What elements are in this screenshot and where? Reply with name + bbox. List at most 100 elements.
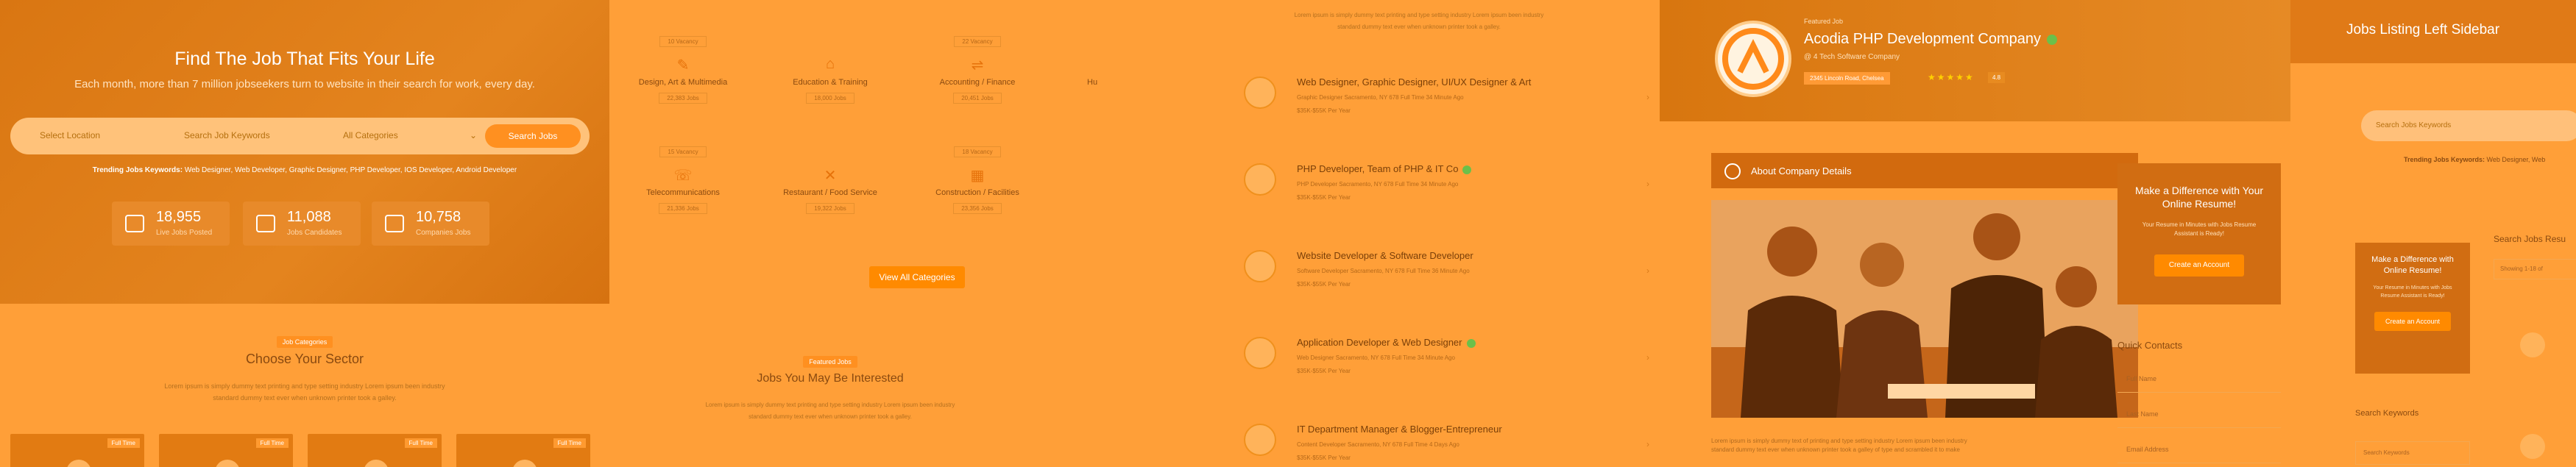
category-card[interactable]: 15 Vacancy ☏ Telecommunications 21,336 J…	[628, 144, 738, 214]
last-name-field[interactable]: Last Name	[2117, 402, 2281, 428]
cta-title: Make a Difference with Online Resume!	[2371, 255, 2454, 275]
keywords-input[interactable]: Search Keywords	[2355, 441, 2470, 465]
category-card[interactable]: 22 Vacancy ⇌ Accounting / Finance 20,451…	[922, 34, 1033, 104]
building-icon: ▦	[970, 168, 985, 184]
company-logo	[1715, 21, 1791, 97]
cap-icon: ⌂	[825, 56, 835, 72]
category-card[interactable]: 18 Vacancy ▦ Construction / Facilities 2…	[922, 144, 1033, 214]
listing-title: Jobs Listing Left Sidebar	[2346, 22, 2500, 38]
job-title[interactable]: IT Department Manager & Blogger-Entrepre…	[1297, 424, 1502, 435]
job-count: 20,451 Jobs	[953, 93, 1002, 104]
about-text-line: Lorem ipsum is simply dummy text of prin…	[1711, 438, 1967, 444]
jobs-intro: Lorem ipsum is simply dummy text printin…	[1294, 12, 1544, 18]
stat-card: 10,758 Companies Jobs	[372, 202, 489, 246]
view-all-categories-button[interactable]: View All Categories	[869, 266, 965, 288]
category-card[interactable]: - ✕ Restaurant / Food Service 19,322 Job…	[775, 144, 885, 214]
email-field[interactable]: Email Address	[2117, 437, 2281, 463]
arrow-right-icon[interactable]: ›	[1646, 179, 1649, 189]
create-account-button[interactable]: Create an Account	[2154, 254, 2244, 277]
field-label: Email Address	[2126, 446, 2169, 453]
trending-list[interactable]: Web Designer, Web Developer, Graphic Des…	[185, 166, 517, 174]
job-salary: $35K-$55K Per Year	[1297, 454, 1351, 461]
job-salary: $35K-$55K Per Year	[1297, 107, 1351, 114]
category-name: Design, Art & Multimedia	[638, 78, 728, 87]
arrow-right-icon[interactable]: ›	[1646, 265, 1649, 276]
quick-contacts-title: Quick Contacts	[2117, 340, 2183, 351]
listing-panel: Jobs Listing Left Sidebar Search Jobs Ke…	[2290, 0, 2576, 467]
job-meta: Web Designer Sacramento, NY 678 Full Tim…	[1297, 354, 1455, 361]
hero-search-bar: Select Location Search Job Keywords All …	[10, 118, 590, 154]
job-count: 21,336 Jobs	[659, 203, 707, 214]
fork-icon: ✕	[824, 168, 837, 184]
arrow-right-icon[interactable]: ›	[1646, 92, 1649, 102]
arrow-right-icon[interactable]: ›	[1646, 439, 1649, 449]
job-title[interactable]: Website Developer & Software Developer	[1297, 250, 1473, 261]
sector-card[interactable]: Full Time	[456, 434, 590, 467]
users-icon	[256, 215, 275, 232]
about-company-title: About Company Details	[1751, 165, 1852, 177]
company-logo	[1244, 250, 1276, 282]
pen-icon: ✎	[676, 57, 690, 74]
hero-subtitle: Each month, more than 7 million jobseeke…	[74, 78, 535, 90]
results-sort-select[interactable]: Showing 1-18 of	[2494, 259, 2576, 279]
vacancy-badge: 18 Vacancy	[954, 146, 1001, 157]
job-row[interactable]: Web Designer, Graphic Designer, UI/UX De…	[1235, 66, 1660, 132]
field-label: Full Name	[2126, 375, 2157, 382]
stat-number: 18,955	[156, 209, 202, 225]
sector-card[interactable]: Full Time	[308, 434, 442, 467]
job-row[interactable]: Website Developer & Software Developer S…	[1235, 240, 1660, 306]
create-account-button[interactable]: Create an Account	[2374, 312, 2451, 331]
company-panel: Featured Job Acodia PHP Development Comp…	[1660, 0, 2290, 467]
keyword-field[interactable]: Search Job Keywords	[184, 130, 270, 140]
full-name-field[interactable]: Full Name	[2117, 366, 2281, 393]
category-card[interactable]: - • Hu	[1069, 34, 1143, 87]
job-type-badge: Full Time	[553, 438, 586, 448]
company-logo	[2520, 434, 2545, 459]
company-name: Acodia PHP Development Company	[1804, 31, 2058, 48]
job-type-badge: Full Time	[255, 438, 289, 448]
arrow-right-icon[interactable]: ›	[1646, 352, 1649, 363]
job-meta: PHP Developer Sacramento, NY 678 Full Ti…	[1297, 181, 1459, 188]
chevron-down-icon: ⌄	[470, 130, 478, 140]
resume-cta-box: Make a Difference with Your Online Resum…	[2117, 163, 2281, 304]
interest-chip: Featured Jobs	[803, 356, 857, 368]
category-card[interactable]: - ⌂ Education & Training 18,000 Jobs	[775, 34, 885, 104]
sector-card[interactable]: Full Time	[159, 434, 293, 467]
company-pretitle: Featured Job	[1804, 18, 1844, 25]
interest-title: Jobs You May Be Interested	[757, 372, 904, 385]
sector-text: Lorem ipsum is simply dummy text printin…	[164, 382, 445, 390]
sector-card[interactable]: Full Time	[10, 434, 144, 467]
rating-stars: ★★★★★	[1928, 72, 1975, 82]
job-title[interactable]: PHP Developer, Team of PHP & IT Co	[1297, 163, 1472, 174]
category-name: Construction / Facilities	[935, 188, 1019, 197]
category-card[interactable]: 10 Vacancy ✎ Design, Art & Multimedia 22…	[628, 34, 738, 104]
stat-number: 11,088	[287, 209, 331, 225]
job-title[interactable]: Web Designer, Graphic Designer, UI/UX De…	[1297, 76, 1531, 88]
phone-icon: ☏	[673, 168, 693, 184]
search-jobs-button[interactable]: Search Jobs	[485, 124, 581, 148]
search-results-title: Search Jobs Resu	[2494, 234, 2566, 244]
company-name-text: Acodia PHP Development Company	[1804, 31, 2042, 47]
trending-label: Trending Jobs Keywords:	[2404, 156, 2485, 163]
category-name: Restaurant / Food Service	[783, 188, 877, 197]
category-select[interactable]: All Categories	[343, 130, 398, 140]
company-logo-mark	[1722, 28, 1784, 90]
job-row[interactable]: IT Department Manager & Blogger-Entrepre…	[1235, 413, 1660, 467]
company-logo	[1244, 424, 1276, 456]
verified-icon	[1466, 338, 1476, 348]
vacancy-badge: 22 Vacancy	[954, 36, 1001, 47]
job-title[interactable]: Application Developer & Web Designer	[1297, 337, 1476, 348]
vacancy-badge: 15 Vacancy	[659, 146, 707, 157]
trending-list[interactable]: Web Designer, Web	[2487, 156, 2546, 163]
category-name: Hu	[1087, 78, 1098, 87]
job-row[interactable]: PHP Developer, Team of PHP & IT Co PHP D…	[1235, 153, 1660, 219]
avatar	[66, 460, 91, 467]
job-count: 23,356 Jobs	[953, 203, 1002, 214]
stat-card: 11,088 Jobs Candidates	[243, 202, 361, 246]
job-row[interactable]: Application Developer & Web Designer Web…	[1235, 327, 1660, 393]
job-salary: $35K-$55K Per Year	[1297, 368, 1351, 374]
stat-label: Companies Jobs	[416, 229, 471, 237]
search-input[interactable]: Search Jobs Keywords	[2361, 110, 2576, 141]
location-field[interactable]: Select Location	[40, 130, 100, 140]
trending-keywords: Trending Jobs Keywords: Web Designer, We…	[2404, 156, 2545, 163]
